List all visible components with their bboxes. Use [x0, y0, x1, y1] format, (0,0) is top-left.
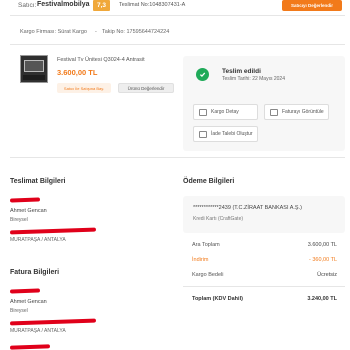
shipping-city: MURATPAŞA / ANTALYA — [10, 237, 66, 243]
subtotal-value: 3.600,00 TL — [307, 242, 337, 248]
card-type: Kredi Kartı (CraftGate) — [193, 216, 244, 222]
rate-seller-sale-button[interactable]: Satıcı İle Satışına Bay. — [57, 83, 111, 93]
redaction-mark — [9, 318, 97, 326]
document-icon — [270, 108, 278, 116]
view-invoice-label: Faturayı Görüntüle — [282, 109, 324, 115]
rate-seller-button[interactable]: Satıcıyı Değerlendir — [282, 0, 342, 11]
divider — [10, 44, 345, 45]
shipping-name: Ahmet Gencan — [10, 208, 47, 214]
subtotal-label: Ara Toplam — [192, 242, 220, 248]
payment-info-title: Ödeme Bilgileri — [183, 178, 235, 185]
redaction-mark — [9, 227, 97, 235]
shipping-info-title: Teslimat Bilgileri — [10, 178, 66, 185]
tracking-number: Takip No: 17595644724224 — [102, 29, 170, 35]
cargo-firm: Kargo Firması: Sürat Kargo — [20, 29, 87, 35]
redaction-mark — [9, 197, 41, 203]
delivery-number: Teslimat No:1048307431-A — [119, 2, 186, 8]
check-icon — [196, 68, 209, 81]
redaction-mark — [9, 344, 51, 350]
total-divider — [183, 286, 345, 287]
billing-name: Ahmet Gencan — [10, 299, 47, 305]
shipping-type: Bireysel — [10, 217, 28, 223]
discount-value: - 360,00 TL — [308, 257, 337, 263]
delivery-date: Teslim Tarihi: 22 Mayıs 2024 — [222, 76, 285, 82]
redaction-mark — [9, 288, 41, 294]
return-request-label: İade Talebi Oluştur — [211, 131, 253, 137]
shipping-fee-value: Ücretsiz — [317, 272, 337, 278]
product-name[interactable]: Festival Tv Ünitesi Q3024-4 Antrasit — [57, 57, 145, 63]
seller-rating-badge: 7,3 — [93, 0, 110, 11]
product-price: 3.600,00 TL — [57, 68, 98, 77]
return-icon — [199, 130, 207, 138]
billing-info-title: Fatura Bilgileri — [10, 269, 60, 276]
divider — [10, 15, 345, 16]
return-request-button[interactable]: İade Talebi Oluştur — [193, 126, 258, 142]
truck-icon — [199, 108, 207, 116]
billing-city: MURATPAŞA / ANTALYA — [10, 328, 66, 334]
rate-product-button[interactable]: Ürünü Değerlendir — [118, 83, 174, 93]
cargo-detail-button[interactable]: Kargo Detay — [193, 104, 258, 120]
total-value: 3.240,00 TL — [307, 296, 337, 302]
card-number: ************2439 (T.C.ZİRAAT BANKASI A.Ş… — [193, 205, 302, 211]
billing-type: Bireysel — [10, 308, 28, 314]
view-invoice-button[interactable]: Faturayı Görüntüle — [264, 104, 329, 120]
total-label: Toplam (KDV Dahil) — [192, 296, 243, 302]
shipping-fee-label: Kargo Bedeli — [192, 272, 224, 278]
seller-name-link[interactable]: Festivalmobilya — [37, 1, 90, 8]
seller-prefix: Satıcı: — [18, 2, 37, 9]
payment-card-panel — [183, 196, 345, 233]
divider — [10, 157, 345, 158]
cargo-separator: - — [95, 29, 97, 35]
product-image[interactable] — [20, 55, 48, 83]
discount-label: İndirim — [192, 257, 209, 263]
delivery-status: Teslim edildi — [222, 68, 261, 75]
cargo-detail-label: Kargo Detay — [211, 109, 239, 115]
